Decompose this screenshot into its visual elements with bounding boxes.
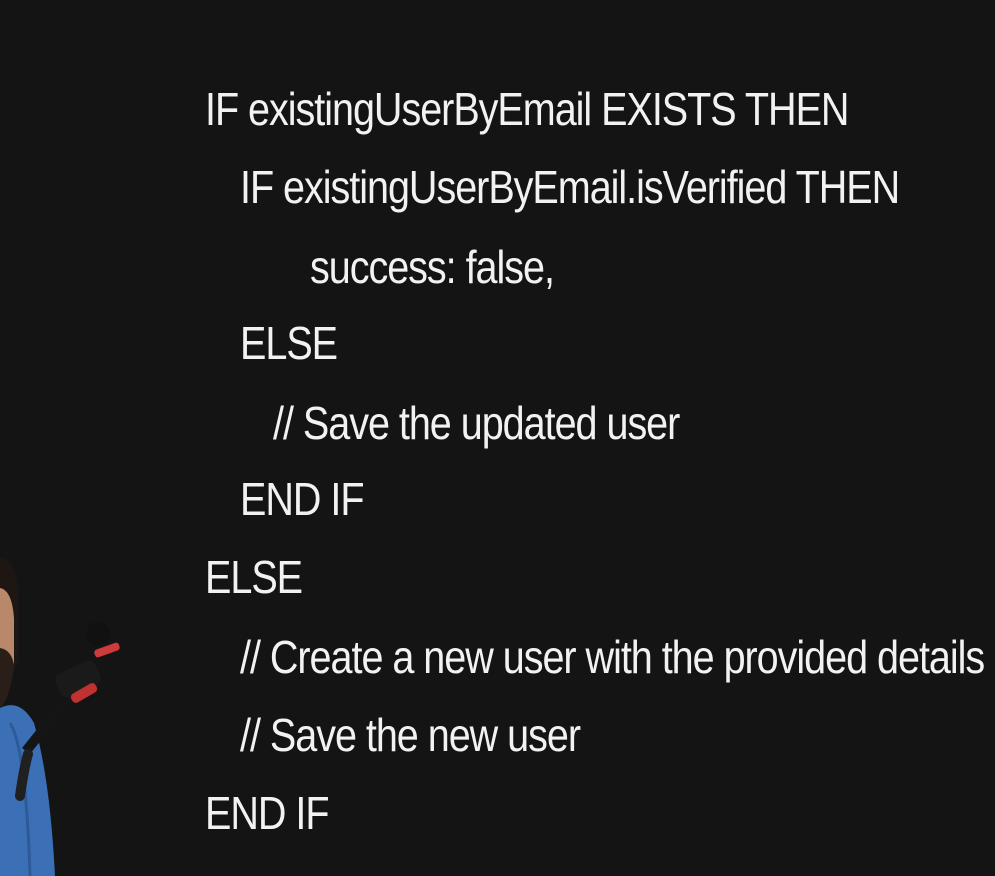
code-line-inner-end-if: END IF: [240, 473, 365, 525]
code-line-if-verified: IF existingUserByEmail.isVerified THEN: [240, 161, 900, 213]
code-line-outer-else: ELSE: [205, 551, 303, 603]
code-line-save-updated: // Save the updated user: [273, 397, 680, 449]
code-line-save-new-user: // Save the new user: [240, 709, 581, 761]
code-line-success-false: success: false,: [310, 241, 555, 293]
code-line-create-user: // Create a new user with the provided d…: [240, 631, 985, 683]
presenter-image: [0, 557, 120, 876]
video-frame: IF existingUserByEmail EXISTS THEN IF ex…: [0, 0, 995, 876]
code-line-inner-else: ELSE: [240, 317, 338, 369]
code-line-if-exists: IF existingUserByEmail EXISTS THEN: [205, 83, 850, 135]
code-line-outer-end-if: END IF: [205, 787, 330, 839]
